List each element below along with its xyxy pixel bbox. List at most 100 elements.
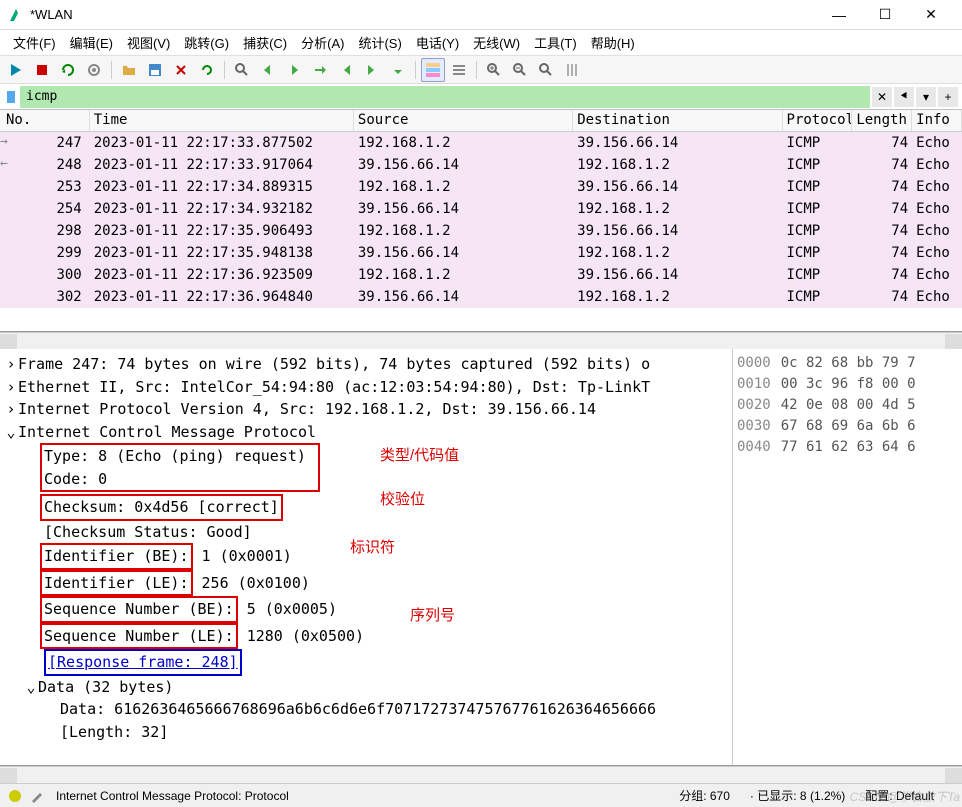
expand-data[interactable]: ⌄: [24, 676, 38, 699]
data-header[interactable]: Data (32 bytes): [38, 678, 173, 696]
icmp-response-link[interactable]: [Response frame: 248]: [44, 649, 242, 676]
zoom-out-icon[interactable]: [508, 58, 532, 82]
filter-expr-button[interactable]: ▾: [916, 87, 936, 107]
filter-add-button[interactable]: +: [938, 87, 958, 107]
titlebar: *WLAN — ☐ ✕: [0, 0, 962, 30]
close-button[interactable]: ✕: [908, 1, 954, 29]
toolbar: [0, 56, 962, 84]
menu-file[interactable]: 文件(F): [6, 31, 63, 54]
zoom-in-icon[interactable]: [482, 58, 506, 82]
data-length[interactable]: [Length: 32]: [60, 723, 168, 741]
packet-details-pane[interactable]: ›Frame 247: 74 bytes on wire (592 bits),…: [0, 349, 732, 765]
close-file-icon[interactable]: [169, 58, 193, 82]
menu-go[interactable]: 跳转(G): [177, 31, 236, 54]
maximize-button[interactable]: ☐: [862, 1, 908, 29]
sb-packets: 分组: 670: [679, 787, 730, 804]
data-value[interactable]: Data: 6162636465666768696a6b6c6d6e6f7071…: [60, 700, 656, 718]
icmp-seq-be-lbl: Sequence Number (BE):: [44, 600, 234, 618]
first-packet-icon[interactable]: [334, 58, 358, 82]
minimize-button[interactable]: —: [816, 1, 862, 29]
table-row[interactable]: 2532023-01-11 22:17:34.889315192.168.1.2…: [0, 176, 962, 198]
col-no[interactable]: No.: [0, 110, 90, 131]
save-file-icon[interactable]: [143, 58, 167, 82]
icmp-id-le-val[interactable]: 256 (0x0100): [193, 574, 310, 592]
icmp-seq-le-val[interactable]: 1280 (0x0500): [247, 627, 364, 645]
filter-clear-button[interactable]: ✕: [872, 87, 892, 107]
expand-ip[interactable]: ›: [4, 398, 18, 421]
auto-scroll-icon[interactable]: [386, 58, 410, 82]
expand-icmp[interactable]: ⌄: [4, 421, 18, 444]
icmp-seq-be-val[interactable]: 5 (0x0005): [247, 600, 337, 618]
table-row[interactable]: 2992023-01-11 22:17:35.94813839.156.66.1…: [0, 242, 962, 264]
annotation-checksum: 校验位: [380, 489, 425, 512]
reload-icon[interactable]: [195, 58, 219, 82]
menu-tools[interactable]: 工具(T): [527, 31, 584, 54]
details-hscroll[interactable]: [0, 766, 962, 783]
edit-icon[interactable]: [30, 789, 44, 803]
col-info[interactable]: Info: [912, 110, 962, 131]
recv-arrow-icon: ←: [0, 156, 8, 171]
table-row[interactable]: 2982023-01-11 22:17:35.906493192.168.1.2…: [0, 220, 962, 242]
table-row[interactable]: 2482023-01-11 22:17:33.91706439.156.66.1…: [0, 154, 962, 176]
icmp-type[interactable]: Type: 8 (Echo (ping) request): [44, 447, 306, 465]
restart-capture-icon[interactable]: [56, 58, 80, 82]
menu-edit[interactable]: 编辑(E): [63, 31, 120, 54]
menu-analyze[interactable]: 分析(A): [294, 31, 351, 54]
icmp-checksum-status[interactable]: [Checksum Status: Good]: [44, 523, 252, 541]
display-filter-input[interactable]: [20, 86, 870, 108]
filter-history-button[interactable]: ⯇: [894, 87, 914, 107]
menu-telephony[interactable]: 电话(Y): [409, 31, 466, 54]
open-file-icon[interactable]: [117, 58, 141, 82]
menu-capture[interactable]: 捕获(C): [236, 31, 294, 54]
packet-bytes-pane[interactable]: 00000c 82 68 bb 79 7001000 3c 96 f8 00 0…: [732, 349, 962, 765]
col-time[interactable]: Time: [90, 110, 354, 131]
hex-row[interactable]: 002042 0e 08 00 4d 5: [737, 395, 958, 416]
sb-profile[interactable]: 配置: Default: [865, 787, 934, 804]
table-row[interactable]: 2542023-01-11 22:17:34.93218239.156.66.1…: [0, 198, 962, 220]
packet-list-header: No. Time Source Destination Protocol Len…: [0, 110, 962, 132]
stop-capture-icon[interactable]: [30, 58, 54, 82]
col-length[interactable]: Length: [852, 110, 912, 131]
frame-line[interactable]: Frame 247: 74 bytes on wire (592 bits), …: [18, 355, 650, 373]
zoom-reset-icon[interactable]: [534, 58, 558, 82]
table-row[interactable]: 3002023-01-11 22:17:36.923509192.168.1.2…: [0, 264, 962, 286]
menu-stats[interactable]: 统计(S): [351, 31, 408, 54]
annotation-identifier: 标识符: [350, 537, 395, 560]
table-row[interactable]: 3022023-01-11 22:17:36.96484039.156.66.1…: [0, 286, 962, 308]
start-capture-icon[interactable]: [4, 58, 28, 82]
resize-columns-icon[interactable]: [560, 58, 584, 82]
auto-scroll-live-icon[interactable]: [447, 58, 471, 82]
icmp-line[interactable]: Internet Control Message Protocol: [18, 423, 316, 441]
last-packet-icon[interactable]: [360, 58, 384, 82]
hex-row[interactable]: 001000 3c 96 f8 00 0: [737, 374, 958, 395]
expand-eth[interactable]: ›: [4, 376, 18, 399]
packet-list-pane[interactable]: No. Time Source Destination Protocol Len…: [0, 110, 962, 332]
expert-info-icon[interactable]: [8, 789, 22, 803]
go-back-icon[interactable]: [256, 58, 280, 82]
menu-view[interactable]: 视图(V): [120, 31, 177, 54]
table-row[interactable]: 2472023-01-11 22:17:33.877502192.168.1.2…: [0, 132, 962, 154]
hex-row[interactable]: 003067 68 69 6a 6b 6: [737, 416, 958, 437]
col-destination[interactable]: Destination: [573, 110, 782, 131]
menu-wireless[interactable]: 无线(W): [466, 31, 527, 54]
filter-bookmark-icon[interactable]: [4, 89, 20, 105]
ip-line[interactable]: Internet Protocol Version 4, Src: 192.16…: [18, 400, 596, 418]
col-source[interactable]: Source: [354, 110, 573, 131]
icmp-checksum[interactable]: Checksum: 0x4d56 [correct]: [44, 498, 279, 516]
send-arrow-icon: →: [0, 134, 8, 149]
find-icon[interactable]: [230, 58, 254, 82]
col-protocol[interactable]: Protocol: [783, 110, 853, 131]
icmp-id-be-val[interactable]: 1 (0x0001): [193, 547, 292, 565]
go-forward-icon[interactable]: [282, 58, 306, 82]
menu-help[interactable]: 帮助(H): [584, 31, 642, 54]
colorize-icon[interactable]: [421, 58, 445, 82]
filterbar: ✕ ⯇ ▾ +: [0, 84, 962, 110]
capture-options-icon[interactable]: [82, 58, 106, 82]
hex-row[interactable]: 00000c 82 68 bb 79 7: [737, 353, 958, 374]
packet-list-hscroll[interactable]: [0, 332, 962, 349]
goto-icon[interactable]: [308, 58, 332, 82]
eth-line[interactable]: Ethernet II, Src: IntelCor_54:94:80 (ac:…: [18, 378, 650, 396]
hex-row[interactable]: 004077 61 62 63 64 6: [737, 437, 958, 458]
icmp-code[interactable]: Code: 0: [44, 470, 107, 488]
expand-frame[interactable]: ›: [4, 353, 18, 376]
